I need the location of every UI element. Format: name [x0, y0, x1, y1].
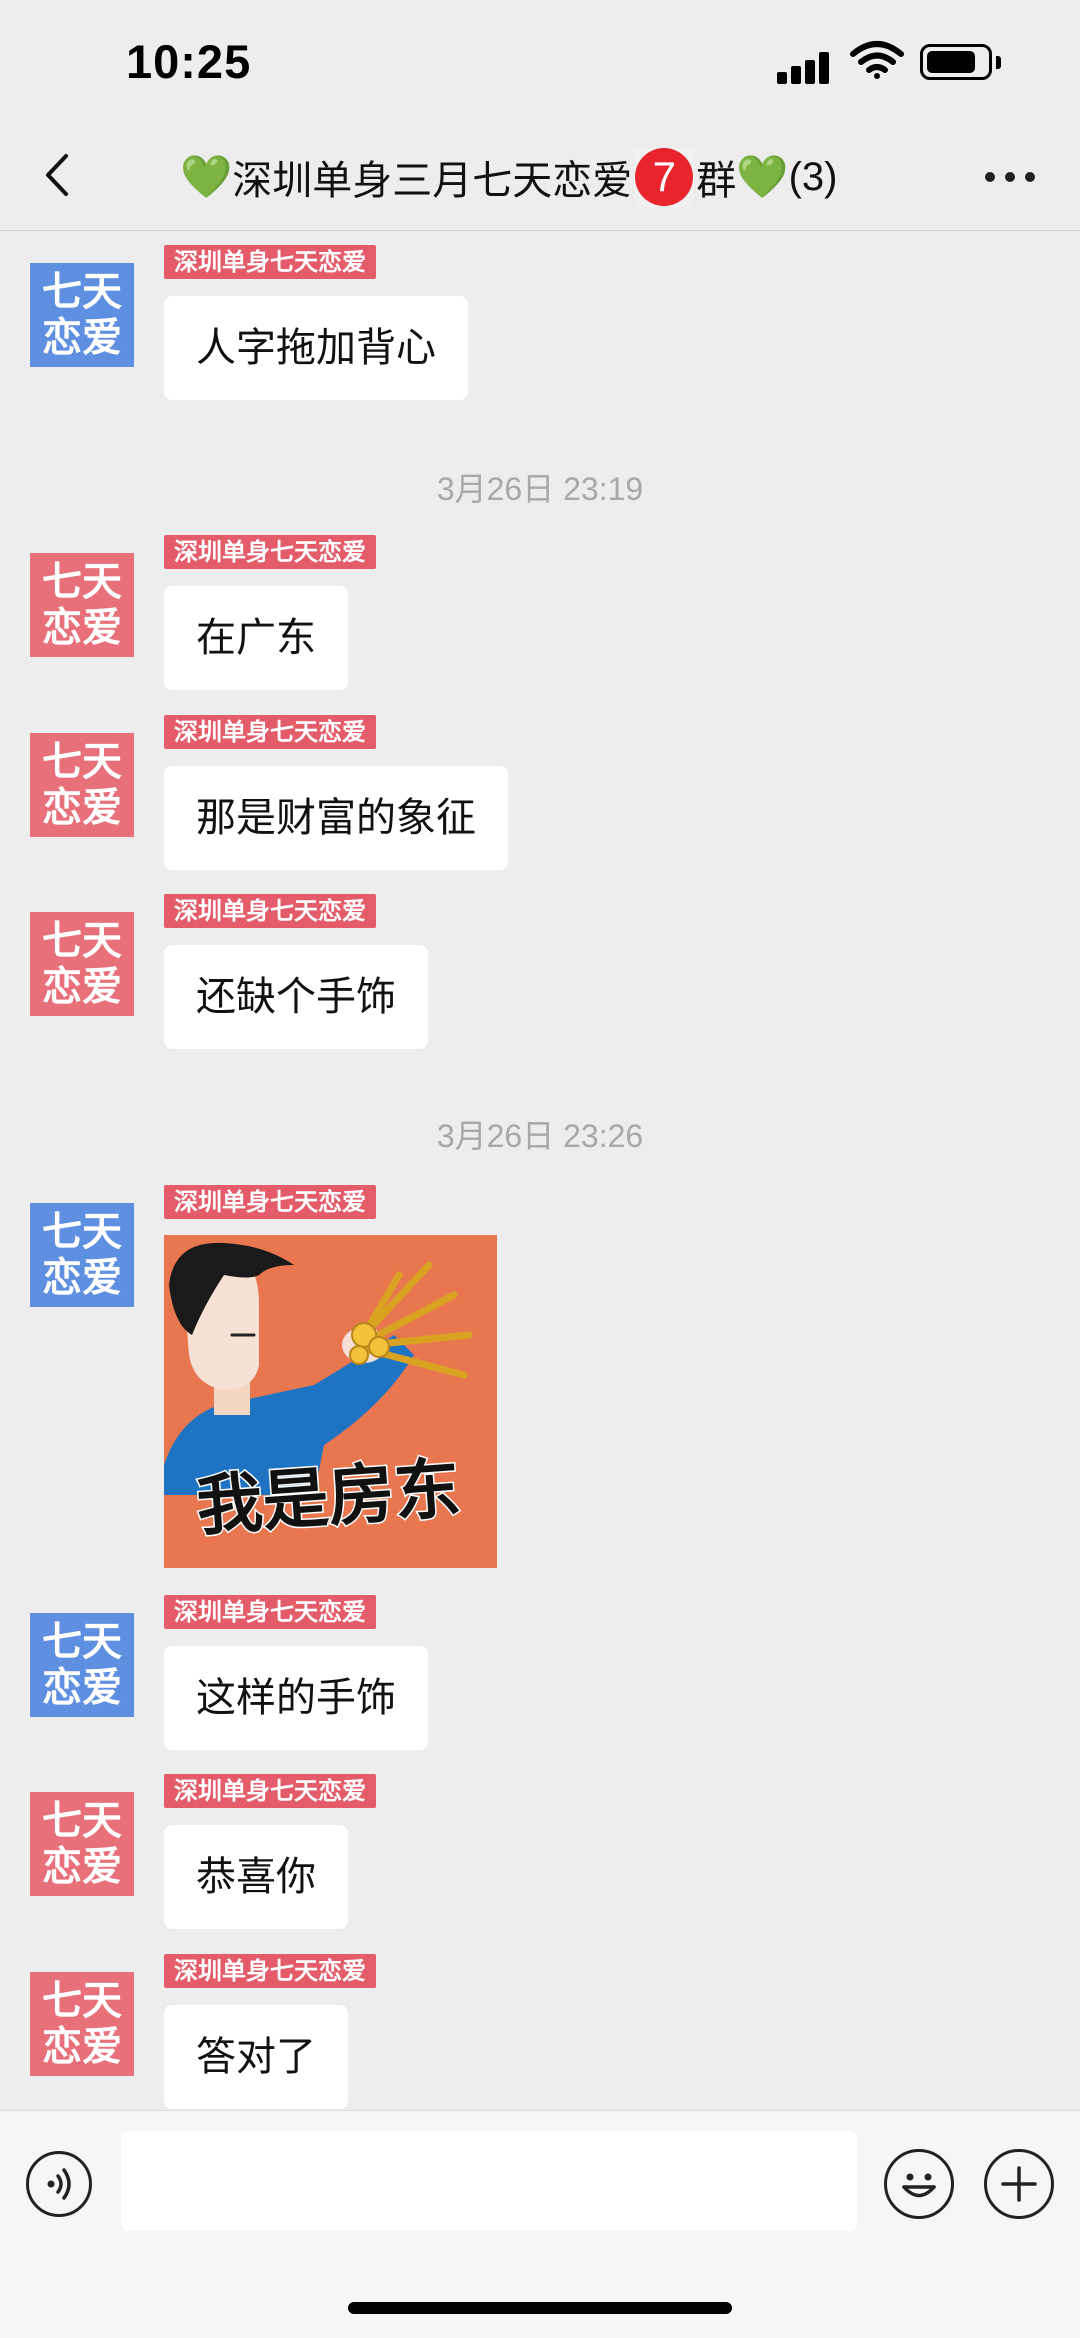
more-options-icon[interactable]	[985, 172, 1035, 184]
message-bubble[interactable]: 人字拖加背心	[164, 296, 468, 400]
message-bubble[interactable]: 这样的手饰	[164, 1646, 428, 1750]
sender-name: 深圳单身七天恋爱	[164, 1774, 376, 1808]
status-time: 10:25	[126, 35, 252, 88]
chat-title-suffix: 群	[696, 158, 737, 204]
number-badge: 7	[634, 147, 695, 207]
sender-name: 深圳单身七天恋爱	[164, 1954, 376, 1988]
smiley-icon	[902, 2173, 936, 2198]
cellular-signal-icon	[777, 46, 837, 84]
avatar[interactable]: 七天 恋爱	[30, 263, 134, 367]
avatar[interactable]: 七天 恋爱	[30, 733, 134, 837]
sender-name: 深圳单身七天恋爱	[164, 1185, 376, 1219]
message-timestamp: 3月26日 23:26	[436, 1118, 644, 1154]
avatar[interactable]: 七天 恋爱	[30, 1972, 134, 2076]
message-bubble[interactable]: 在广东	[164, 586, 348, 690]
chat-header: 💚 深圳单身三月七天恋爱 7 群 💚 (3)	[0, 120, 1080, 231]
avatar[interactable]: 七天 恋爱	[30, 553, 134, 657]
sender-name: 深圳单身七天恋爱	[164, 894, 376, 928]
home-indicator[interactable]	[348, 2302, 732, 2314]
message-timestamp: 3月26日 23:19	[436, 471, 644, 507]
chat-message-list[interactable]: 七天 恋爱 深圳单身七天恋爱 人字拖加背心 3月26日 23:19 七天 恋爱 深圳…	[0, 231, 1080, 2109]
more-functions-button[interactable]	[984, 2149, 1054, 2219]
member-count: (3)	[788, 154, 838, 199]
voice-icon	[47, 2168, 71, 2200]
avatar[interactable]: 七天 恋爱	[30, 1613, 134, 1717]
green-heart-icon: 💚	[180, 152, 233, 201]
message-bubble[interactable]: 还缺个手饰	[164, 945, 428, 1049]
chat-title: 💚 深圳单身三月七天恋爱 7 群 💚 (3)	[180, 142, 837, 212]
avatar[interactable]: 七天 恋爱	[30, 912, 134, 1016]
chat-title-text: 深圳单身三月七天恋爱	[232, 158, 633, 204]
green-heart-icon: 💚	[736, 152, 789, 201]
battery-icon	[920, 44, 992, 80]
voice-input-button[interactable]	[26, 2151, 92, 2217]
back-icon[interactable]	[38, 150, 78, 200]
wifi-icon	[850, 41, 904, 79]
status-bar: 10:25	[0, 0, 1080, 120]
message-bubble[interactable]: 恭喜你	[164, 1825, 348, 1929]
sender-name: 深圳单身七天恋爱	[164, 535, 376, 569]
sticker-image[interactable]: 我是房东	[164, 1235, 497, 1568]
avatar[interactable]: 七天 恋爱	[30, 1203, 134, 1307]
message-bubble[interactable]: 答对了	[164, 2005, 348, 2109]
sender-name: 深圳单身七天恋爱	[164, 1595, 376, 1629]
emoji-button[interactable]	[884, 2149, 954, 2219]
sender-name: 深圳单身七天恋爱	[164, 715, 376, 749]
sender-name: 深圳单身七天恋爱	[164, 245, 376, 279]
landlord-sticker-graphic: 我是房东	[164, 1235, 497, 1568]
plus-icon	[1001, 2166, 1037, 2202]
avatar[interactable]: 七天 恋爱	[30, 1792, 134, 1896]
message-text-field[interactable]	[121, 2131, 857, 2231]
message-bubble[interactable]: 那是财富的象征	[164, 766, 508, 870]
